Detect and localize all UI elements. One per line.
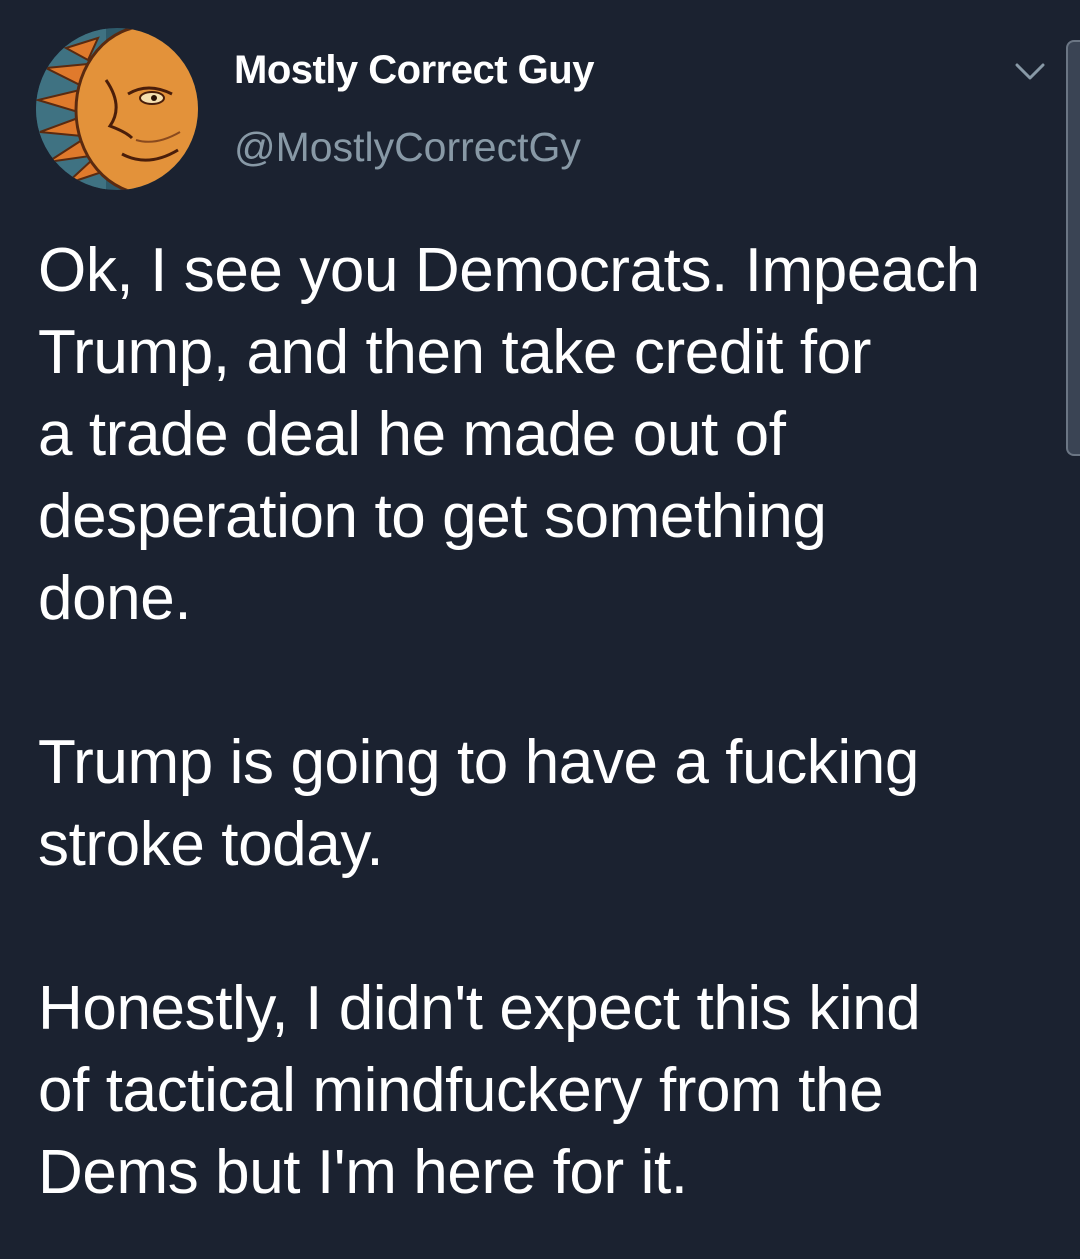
tweet-menu-button[interactable] (1008, 54, 1052, 90)
tweet-text-line: of tactical mindfuckery from the (38, 1056, 884, 1125)
tweet-text-line: Trump, and then take credit for (38, 318, 872, 387)
tweet-paragraph: Honestly, I didn't expect this kind of t… (38, 968, 1048, 1214)
tweet-text-line: done. (38, 564, 192, 633)
tweet-text-line: a trade deal he made out of (38, 400, 786, 469)
tweet-text-line: Dems but I'm here for it. (38, 1138, 688, 1207)
tweet-paragraph: Trump is going to have a fucking stroke … (38, 722, 1048, 886)
author-handle[interactable]: @MostlyCorrectGy (234, 124, 581, 171)
tweet-text-line: Honestly, I didn't expect this kind (38, 974, 921, 1043)
avatar[interactable] (36, 28, 198, 190)
sun-face-icon (36, 28, 198, 190)
scrollbar[interactable] (1066, 40, 1080, 456)
tweet-text: Ok, I see you Democrats. Impeach Trump, … (38, 230, 1048, 1214)
chevron-down-icon (1015, 63, 1045, 80)
tweet-paragraph: Ok, I see you Democrats. Impeach Trump, … (38, 230, 1048, 640)
tweet: Mostly Correct Guy @MostlyCorrectGy Ok, … (0, 0, 1080, 1259)
author-display-name[interactable]: Mostly Correct Guy (234, 48, 594, 93)
tweet-text-line: Trump is going to have a fucking (38, 728, 919, 797)
tweet-text-line: stroke today. (38, 810, 384, 879)
tweet-text-line: Ok, I see you Democrats. Impeach (38, 236, 980, 305)
tweet-text-line: desperation to get something (38, 482, 827, 551)
